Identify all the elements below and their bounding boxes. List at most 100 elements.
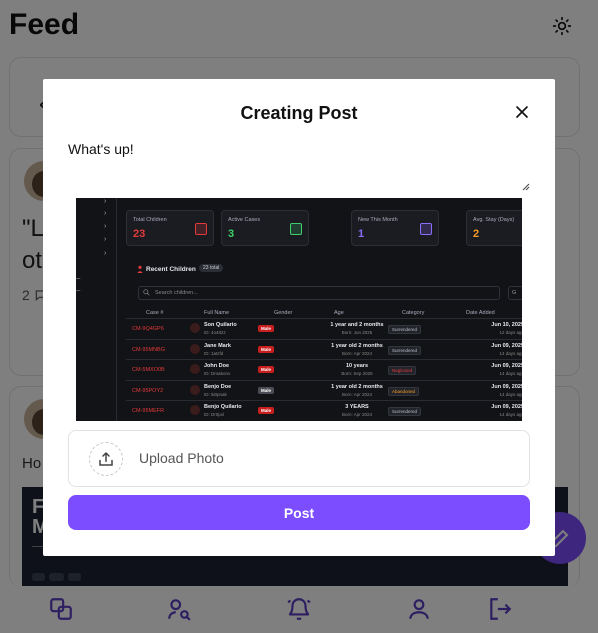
child-age: 1 year and 2 months <box>330 322 384 328</box>
chevron-right-icon: › <box>104 236 107 243</box>
table-header: Category <box>402 310 425 316</box>
gender-badge: Male <box>258 345 275 353</box>
gender-badge: Male <box>258 325 275 332</box>
date-added: Jun 10, 2025 <box>491 322 522 328</box>
table-row: CM-95MEFR Benjo Quilario ID: Dr0pxl Male 3 Y… <box>126 400 522 421</box>
child-avatar-icon <box>190 405 200 415</box>
chevron-right-icon: › <box>104 250 107 257</box>
category-badge: Abandoned <box>388 386 420 396</box>
search-placeholder: Search children... <box>155 290 198 296</box>
stat-label: Avg. Stay (Days) <box>473 217 515 223</box>
dashboard-screenshot: › › › › › ─ ─ Total Children 23 Active Cas… <box>76 198 522 421</box>
gender-badge: Male <box>258 386 275 394</box>
date-ago: 14 days ago <box>499 391 522 397</box>
table-header: Age <box>334 310 344 316</box>
attached-image-preview: › › › › › ─ ─ Total Children 23 Active Cas… <box>76 198 522 421</box>
stat-icon <box>195 223 207 235</box>
create-post-modal: Creating Post What's up! › › › › › ─ ─ T… <box>43 79 555 556</box>
child-id: ID: Dr0pxl <box>204 412 225 417</box>
date-added: Jun 09, 2025 <box>491 342 522 349</box>
children-search-input: Search children... <box>138 286 500 300</box>
child-born: Born: Jun 2025 <box>341 330 373 335</box>
date-ago: 14 days ago <box>499 412 522 417</box>
filter-button: G <box>508 286 522 300</box>
dashboard-sidebar: › › › › › ─ ─ <box>76 198 117 421</box>
child-born: Born: Sep 2025 <box>341 371 373 376</box>
category-badge: Surrendered <box>388 407 422 416</box>
category-badge: Surrendered <box>388 345 422 355</box>
chevron-right-icon: › <box>104 223 107 230</box>
sidebar-text-fragment: ─ <box>76 288 81 294</box>
recent-children-panel: Recent Children 23 total Search children… <box>126 256 522 421</box>
gender-badge: Male <box>258 366 275 373</box>
child-name: Son Quilario <box>204 322 237 328</box>
stat-value: 1 <box>358 228 365 240</box>
stat-card: Avg. Stay (Days) 2 <box>466 210 522 246</box>
case-number: CM-9Q4GP6 <box>132 326 164 332</box>
stat-label: Total Children <box>133 217 167 223</box>
post-button[interactable]: Post <box>68 495 530 530</box>
child-born: Born: Apr 2024 <box>341 412 373 417</box>
date-ago: 12 days ago <box>499 330 522 335</box>
table-header: Case # <box>146 310 164 316</box>
stat-card: Total Children 23 <box>126 210 214 246</box>
category-badge: Neglected <box>388 366 417 375</box>
upload-icon-wrapper <box>89 442 123 476</box>
child-name: Benjo Doe <box>204 383 232 390</box>
modal-title: Creating Post <box>240 103 358 123</box>
gender-badge: Male <box>258 407 275 414</box>
table-header: Date Added <box>466 310 495 316</box>
child-name: John Doe <box>204 363 230 369</box>
child-age: 10 years <box>345 363 369 369</box>
child-age: 1 year old 2 months <box>331 383 383 390</box>
date-added: Jun 09, 2025 <box>491 363 522 369</box>
sidebar-text-fragment: ─ <box>76 276 81 282</box>
resize-handle-icon[interactable] <box>522 183 530 191</box>
table-row: CM-95POY2 Benjo Doe ID: 5i0pnak Male 1 year … <box>126 379 522 401</box>
date-added: Jun 09, 2025 <box>491 383 522 390</box>
table-row: CM-5MXO0B John Doe ID: Dma5onv Male 10 years… <box>126 359 522 380</box>
child-age: 3 YEARS <box>345 404 369 410</box>
search-icon <box>143 289 150 296</box>
total-badge: 23 total <box>199 264 224 272</box>
category-badge: Surrendered <box>388 325 422 334</box>
table-header: Gender <box>274 310 293 316</box>
upload-icon <box>99 451 113 466</box>
stat-value: 2 <box>473 228 480 240</box>
case-number: CM-5MXO0B <box>132 367 165 373</box>
chevron-right-icon: › <box>104 198 107 205</box>
stat-card: New This Month 1 <box>351 210 439 246</box>
case-number: CM-95MEFR <box>132 408 165 414</box>
child-avatar-icon <box>190 343 200 354</box>
child-avatar-icon <box>190 384 200 395</box>
close-icon[interactable] <box>512 102 532 122</box>
child-name: Benjo Quilario <box>204 404 242 410</box>
recent-children-title: Recent Children <box>146 266 196 273</box>
chevron-right-icon: › <box>104 210 107 217</box>
filter-label: G <box>512 290 517 296</box>
child-name: Jane Mark <box>204 342 231 349</box>
date-added: Jun 09, 2025 <box>491 404 522 410</box>
date-ago: 14 days ago <box>499 371 522 376</box>
upload-photo-button[interactable]: Upload Photo <box>68 430 530 487</box>
post-text-input[interactable]: What's up! <box>68 141 530 191</box>
child-born: Born: Apr 2024 <box>341 391 373 397</box>
table-row: CM-95MNBG Jane Mark ID: 1atzfd Male 1 year o… <box>126 338 522 360</box>
stat-value: 3 <box>228 228 235 240</box>
table-row: CM-9Q4GP6 Son Quilario ID: 4o4tt2z Male 1 ye… <box>126 318 522 339</box>
stat-label: Active Cases <box>228 217 261 223</box>
child-avatar-icon <box>190 323 200 333</box>
child-id: ID: Dma5onv <box>204 371 231 376</box>
stat-card: Active Cases 3 <box>221 210 309 246</box>
child-icon <box>137 265 143 273</box>
upload-photo-label: Upload Photo <box>139 450 224 466</box>
case-number: CM-95MNBG <box>132 346 166 353</box>
child-id: ID: 5i0pnak <box>204 391 227 397</box>
stat-value: 23 <box>133 228 146 240</box>
child-born: Born: Apr 2024 <box>341 350 373 356</box>
child-id: ID: 4o4tt2z <box>204 330 226 335</box>
child-avatar-icon <box>190 364 200 374</box>
case-number: CM-95POY2 <box>132 387 164 394</box>
stat-icon <box>420 223 432 235</box>
table-header: Full Name <box>204 310 230 316</box>
